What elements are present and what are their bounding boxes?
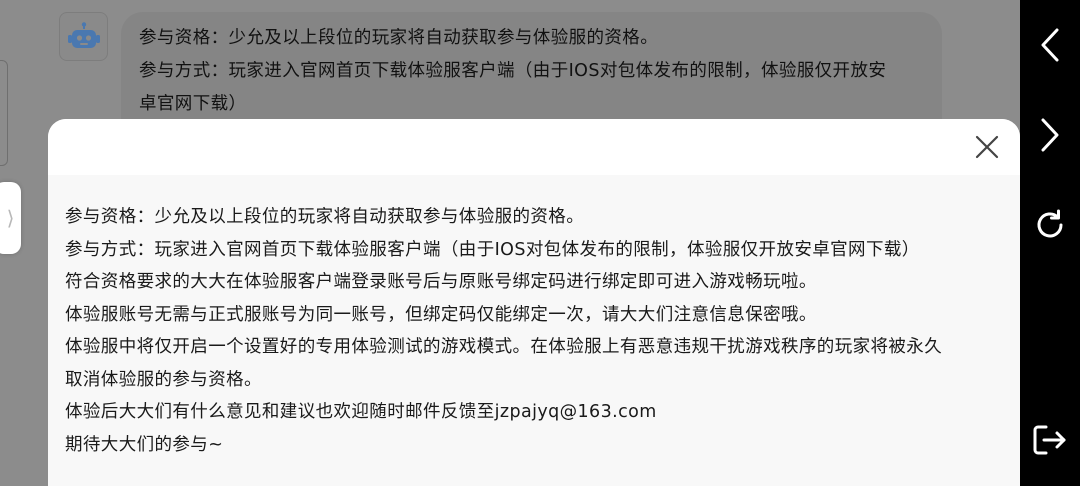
modal-header [48, 119, 1020, 175]
close-button[interactable] [972, 132, 1002, 162]
back-button[interactable] [1030, 25, 1070, 65]
chat-line: 参与方式：玩家进入官网首页下载体验服客户端（由于IOS对包体发布的限制，体验服仅… [139, 61, 887, 81]
chevron-left-icon [1041, 28, 1059, 62]
side-panel-edge [0, 60, 8, 166]
reload-button[interactable] [1030, 205, 1070, 245]
modal-line: 期待大大们的参与~ [65, 434, 224, 455]
chat-line: 参与资格：少允及以上段位的玩家将自动获取参与体验服的资格。 [139, 28, 659, 48]
feedback-email-line: 体验后大大们有什么意见和建议也欢迎随时邮件反馈至jzpajyq@163.com [65, 402, 657, 422]
exit-icon [1033, 425, 1066, 455]
side-drawer-handle[interactable]: ⟩ [0, 182, 21, 254]
modal-line: 体验服账号无需与正式服账号为同一账号，但绑定码仅能绑定一次，请大大们注意信息保密… [65, 304, 817, 325]
app-screen: 参与资格：少允及以上段位的玩家将自动获取参与体验服的资格。 参与方式：玩家进入官… [0, 0, 1080, 486]
modal-line: 体验服中将仅开启一个设置好的专用体验测试的游戏模式。在体验服上有恶意违规干扰游戏… [65, 337, 943, 357]
browser-nav-bar [1020, 0, 1080, 486]
announcement-modal: 参与资格：少允及以上段位的玩家将自动获取参与体验服的资格。 参与方式：玩家进入官… [48, 119, 1020, 486]
chevron-right-icon: ⟩ [6, 206, 15, 230]
close-icon [975, 135, 999, 159]
robot-icon [59, 12, 108, 61]
modal-line: 符合资格要求的大大在体验服客户端登录账号后与原账号绑定码进行绑定即可进入游戏畅玩… [65, 272, 817, 292]
modal-line: 参与方式：玩家进入官网首页下载体验服客户端（由于IOS对包体发布的限制，体验服仅… [65, 239, 920, 260]
chat-line: 卓官网下载） [139, 94, 247, 114]
modal-line: 取消体验服的参与资格。 [65, 369, 262, 390]
modal-body: 参与资格：少允及以上段位的玩家将自动获取参与体验服的资格。 参与方式：玩家进入官… [48, 175, 1020, 486]
forward-button[interactable] [1030, 115, 1070, 155]
chevron-right-icon [1041, 118, 1059, 152]
exit-button[interactable] [1030, 420, 1070, 460]
modal-line: 参与资格：少允及以上段位的玩家将自动获取参与体验服的资格。 [65, 207, 585, 227]
refresh-icon [1037, 209, 1063, 238]
